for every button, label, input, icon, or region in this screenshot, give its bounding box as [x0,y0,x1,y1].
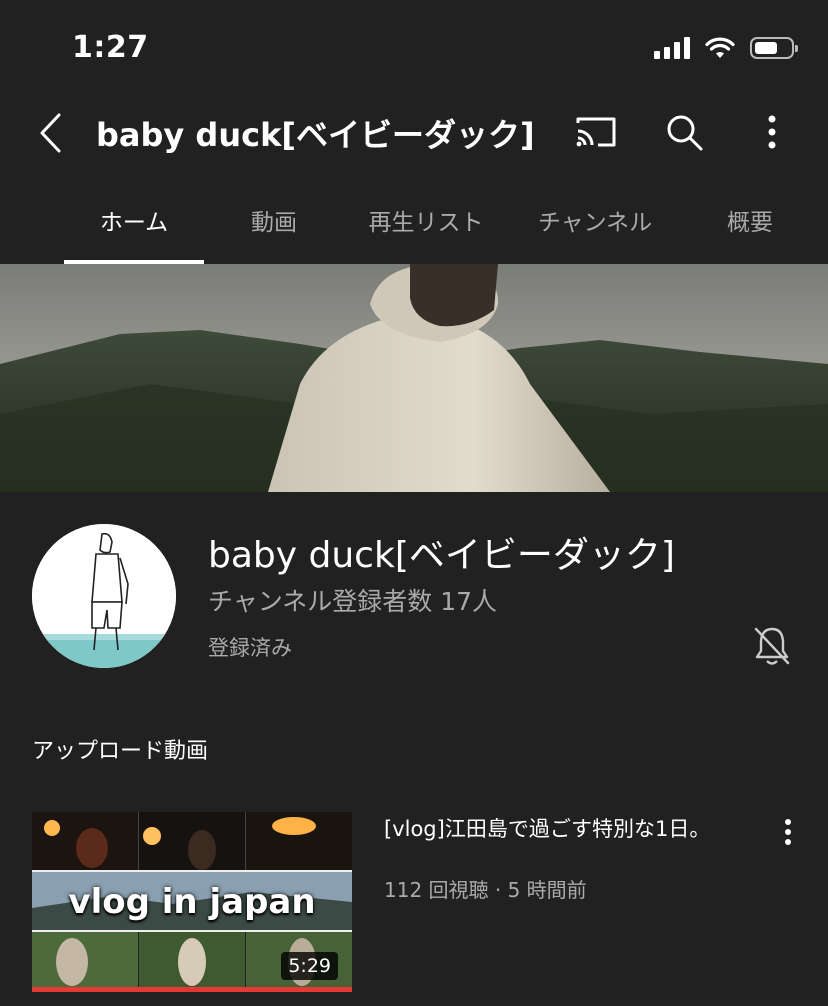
cast-button[interactable] [572,108,620,156]
banner-image [0,264,828,492]
tab-label: チャンネル [537,210,653,236]
app-bar: baby duck[ベイビーダック] [0,100,828,164]
more-vert-icon [768,115,776,149]
status-icons [654,36,798,60]
bell-off-icon [754,627,790,665]
back-button[interactable] [30,108,70,158]
channel-banner [0,264,828,492]
battery-icon [750,37,798,59]
thumbnail-text: vlog in japan [68,882,316,922]
subscriber-count: チャンネル登録者数 17人 [208,587,498,616]
video-thumbnail[interactable]: vlog in japan 5:29 [32,812,352,992]
more-vert-icon [785,819,791,845]
status-time: 1:27 [72,30,149,65]
video-title[interactable]: [vlog]江田島で過ごす特別な1日。 [384,812,714,846]
tab-label: ホーム [99,210,169,236]
tab-label: 概要 [727,210,773,236]
video-metadata: 112 回視聴 · 5 時間前 [384,878,587,902]
tab-playlists[interactable]: 再生リスト [356,186,496,264]
channel-avatar[interactable] [32,524,176,668]
tab-label: 再生リスト [368,210,484,236]
cellular-signal-icon [654,37,690,59]
more-options-button[interactable] [748,108,796,156]
uploads-section-title: アップロード動画 [32,739,209,764]
tab-about[interactable]: 概要 [710,186,790,264]
watch-progress-bar [32,987,352,992]
status-bar: 1:27 [0,0,828,100]
search-icon [667,115,703,151]
video-duration-badge: 5:29 [281,952,338,980]
tab-videos[interactable]: 動画 [214,186,334,264]
back-icon [40,113,61,153]
header-channel-title: baby duck[ベイビーダック] [96,116,535,154]
notification-button[interactable] [748,622,796,670]
subscribed-button[interactable]: 登録済み [208,632,292,662]
search-button[interactable] [660,108,708,156]
video-list-item[interactable]: vlog in japan 5:29 [vlog]江田島で過ごす特別な1日。 1… [0,812,828,992]
tab-home[interactable]: ホーム [64,186,204,264]
tab-channels[interactable]: チャンネル [522,186,668,264]
tab-label: 動画 [251,210,297,236]
channel-profile: baby duck[ベイビーダック] チャンネル登録者数 17人 登録済み [0,492,828,692]
cast-icon [576,117,616,147]
channel-tabs: ホーム 動画 再生リスト チャンネル 概要 [0,186,828,264]
avatar-image [32,524,176,668]
channel-name: baby duck[ベイビーダック] [208,535,675,576]
video-more-options-button[interactable] [772,816,804,848]
wifi-icon [705,37,735,58]
